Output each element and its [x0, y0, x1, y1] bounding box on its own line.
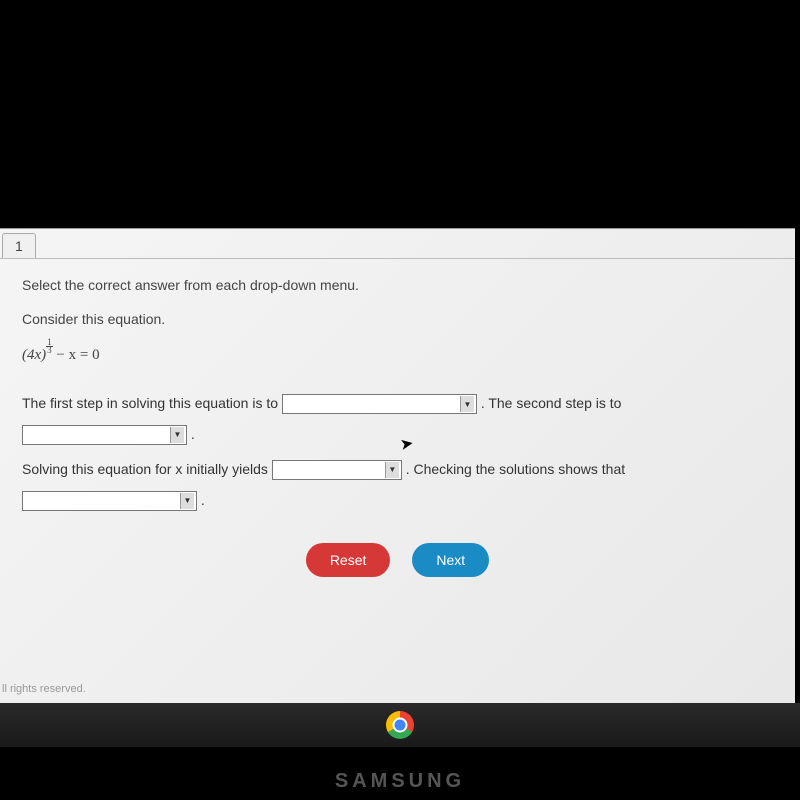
taskbar: [0, 703, 800, 747]
question-line-2: Solving this equation for x initially yi…: [22, 454, 773, 516]
text-segment: .: [191, 426, 195, 442]
equation-display: (4x)13 − x = 0: [22, 339, 773, 364]
tab-bar: 1: [0, 229, 795, 259]
app-screen: 1 Select the correct answer from each dr…: [0, 228, 795, 703]
next-button[interactable]: Next: [412, 543, 489, 577]
equation-rest: − x = 0: [53, 347, 100, 363]
chevron-down-icon: ▼: [460, 396, 474, 412]
text-segment: Solving this equation for x initially yi…: [22, 461, 272, 477]
text-segment: .: [201, 492, 205, 508]
equation-base: (4x): [22, 347, 46, 363]
text-segment: . The second step is to: [481, 395, 622, 411]
question-line-1: The first step in solving this equation …: [22, 388, 773, 450]
chevron-down-icon: ▼: [180, 493, 194, 509]
chrome-icon[interactable]: [386, 711, 414, 739]
content-area: Select the correct answer from each drop…: [0, 259, 795, 595]
chevron-down-icon: ▼: [385, 462, 399, 478]
instruction-text: Select the correct answer from each drop…: [22, 277, 773, 293]
dropdown-checking[interactable]: ▼: [22, 491, 197, 511]
chevron-down-icon: ▼: [170, 427, 184, 443]
footer-text: ll rights reserved.: [0, 683, 86, 695]
text-segment: . Checking the solutions shows that: [406, 461, 625, 477]
text-segment: The first step in solving this equation …: [22, 395, 282, 411]
dropdown-first-step[interactable]: ▼: [282, 394, 477, 414]
dropdown-second-step[interactable]: ▼: [22, 425, 187, 445]
consider-text: Consider this equation.: [22, 311, 773, 327]
device-brand-label: SAMSUNG: [0, 770, 800, 793]
tab-1[interactable]: 1: [2, 233, 36, 258]
reset-button[interactable]: Reset: [306, 543, 391, 577]
button-row: Reset Next: [22, 543, 773, 577]
dropdown-yields[interactable]: ▼: [272, 460, 402, 480]
